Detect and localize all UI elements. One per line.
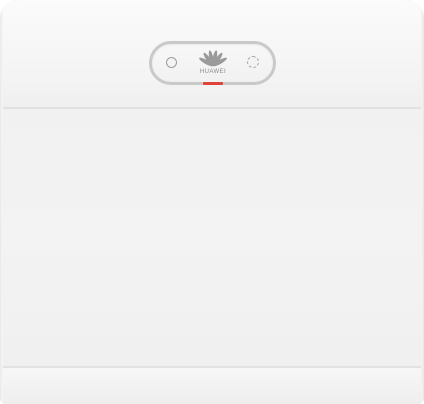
device-front-panel <box>0 109 424 366</box>
status-led-bar <box>203 82 223 85</box>
left-edge <box>0 0 3 404</box>
device-enclosure: HUAWEI <box>0 0 424 404</box>
power-indicator-icon <box>166 57 177 68</box>
product-photo: HUAWEI <box>0 0 424 404</box>
brand-logo: HUAWEI <box>199 48 227 78</box>
status-indicator-icon <box>247 56 259 68</box>
huawei-petal-logo-icon <box>199 50 227 67</box>
brand-wordmark: HUAWEI <box>199 69 227 75</box>
device-base <box>0 368 424 404</box>
indicator-panel: HUAWEI <box>149 41 276 85</box>
